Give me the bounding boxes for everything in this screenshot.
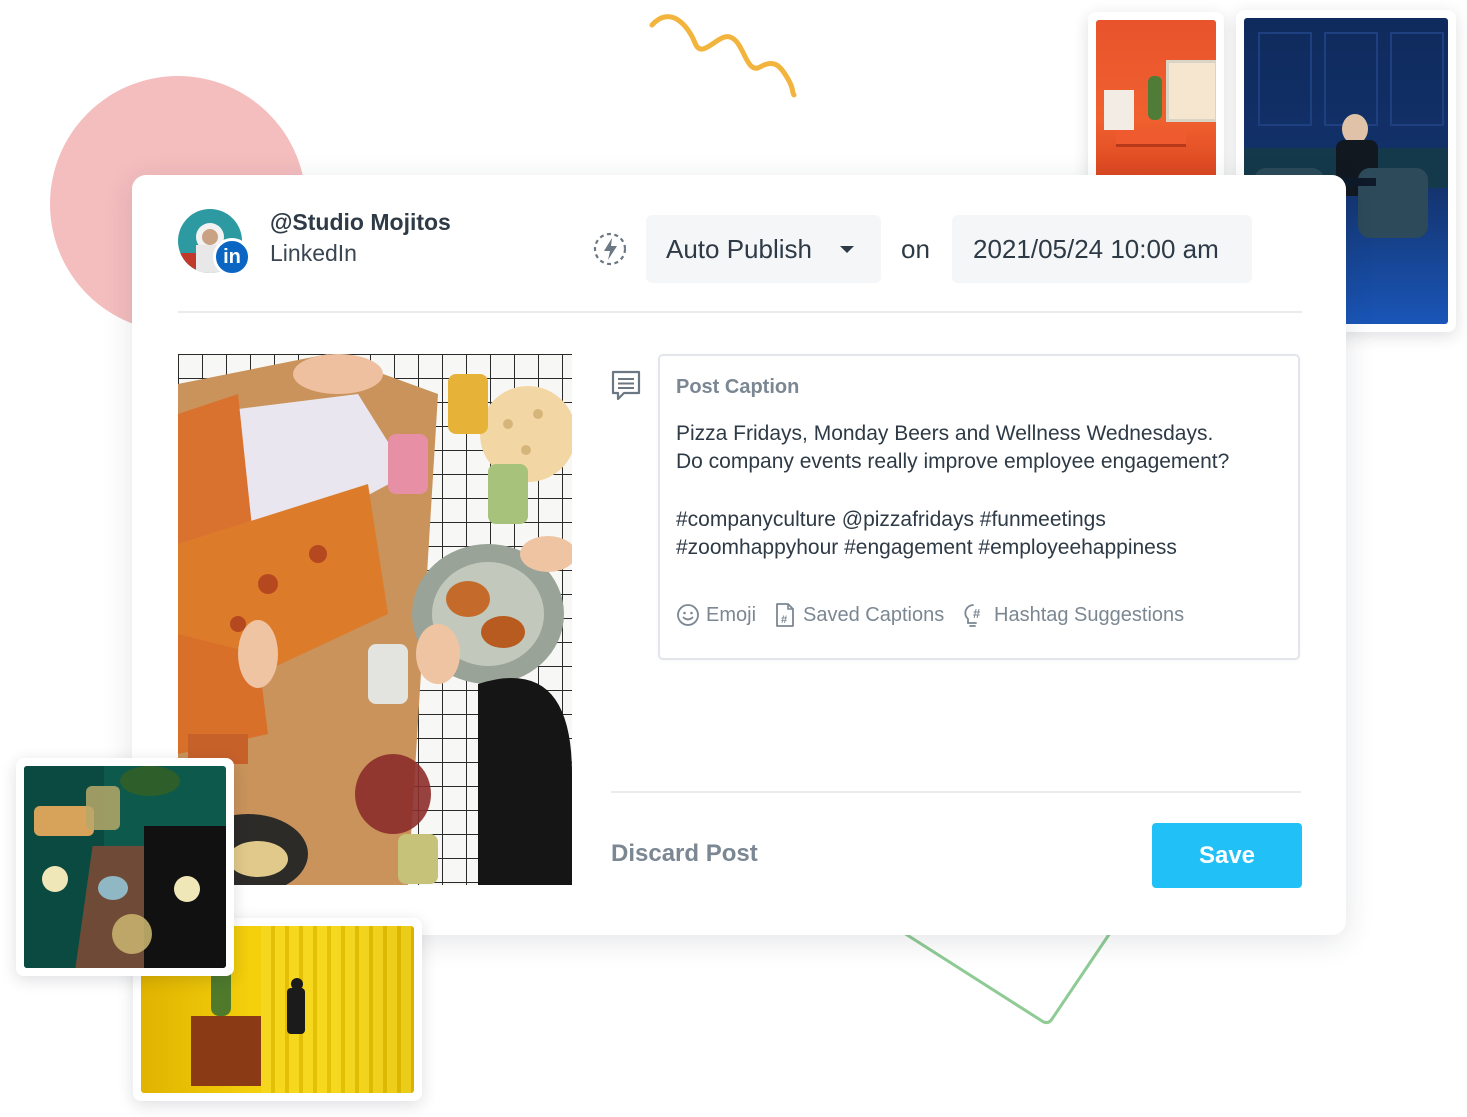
save-button[interactable]: Save <box>1152 823 1302 888</box>
discard-post-button[interactable]: Discard Post <box>611 840 758 868</box>
publish-datetime-field[interactable]: 2021/05/24 10:00 am <box>952 215 1252 283</box>
publish-mode-label: Auto Publish <box>666 234 812 264</box>
emoji-icon <box>677 604 699 626</box>
publish-datetime-value: 2021/05/24 10:00 am <box>973 234 1219 264</box>
photo-orange-room <box>1088 12 1224 192</box>
emoji-label: Emoji <box>706 603 757 626</box>
linkedin-icon: in <box>213 238 251 276</box>
caption-line: #companyculture @pizzafridays #funmeetin… <box>676 508 1106 531</box>
comment-icon <box>611 370 641 401</box>
bulb-hashtag-icon: # <box>964 604 981 627</box>
emoji-button[interactable]: Emoji <box>676 601 756 629</box>
svg-text:#: # <box>781 614 787 626</box>
hashtag-suggestions-label: Hashtag Suggestions <box>994 603 1185 626</box>
caret-down-icon <box>840 246 854 253</box>
auto-publish-icon <box>593 232 627 266</box>
saved-captions-button[interactable]: # Saved Captions <box>773 601 944 629</box>
account-handle: @Studio Mojitos <box>270 209 451 235</box>
hashtag-suggestions-button[interactable]: # Hashtag Suggestions <box>962 601 1184 629</box>
caption-title: Post Caption <box>676 376 800 398</box>
caption-line: #zoomhappyhour #engagement #employeehapp… <box>676 536 1177 559</box>
saved-captions-icon: # <box>776 603 794 627</box>
caption-line: Do company events really improve employe… <box>676 450 1230 473</box>
svg-text:#: # <box>973 606 981 621</box>
decorative-green-line <box>902 931 1112 1025</box>
post-caption-box[interactable]: Post Caption Pizza Fridays, Monday Beers… <box>658 354 1300 660</box>
footer-divider <box>611 791 1301 793</box>
saved-captions-label: Saved Captions <box>803 603 945 626</box>
publish-mode-dropdown[interactable]: Auto Publish <box>646 215 881 283</box>
post-image <box>178 354 572 885</box>
photo-green-table <box>16 758 234 976</box>
caption-line: Pizza Fridays, Monday Beers and Wellness… <box>676 422 1214 445</box>
on-label: on <box>901 234 930 264</box>
account-network: LinkedIn <box>270 240 357 266</box>
header-divider <box>178 311 1302 313</box>
decorative-squiggle <box>649 14 797 98</box>
